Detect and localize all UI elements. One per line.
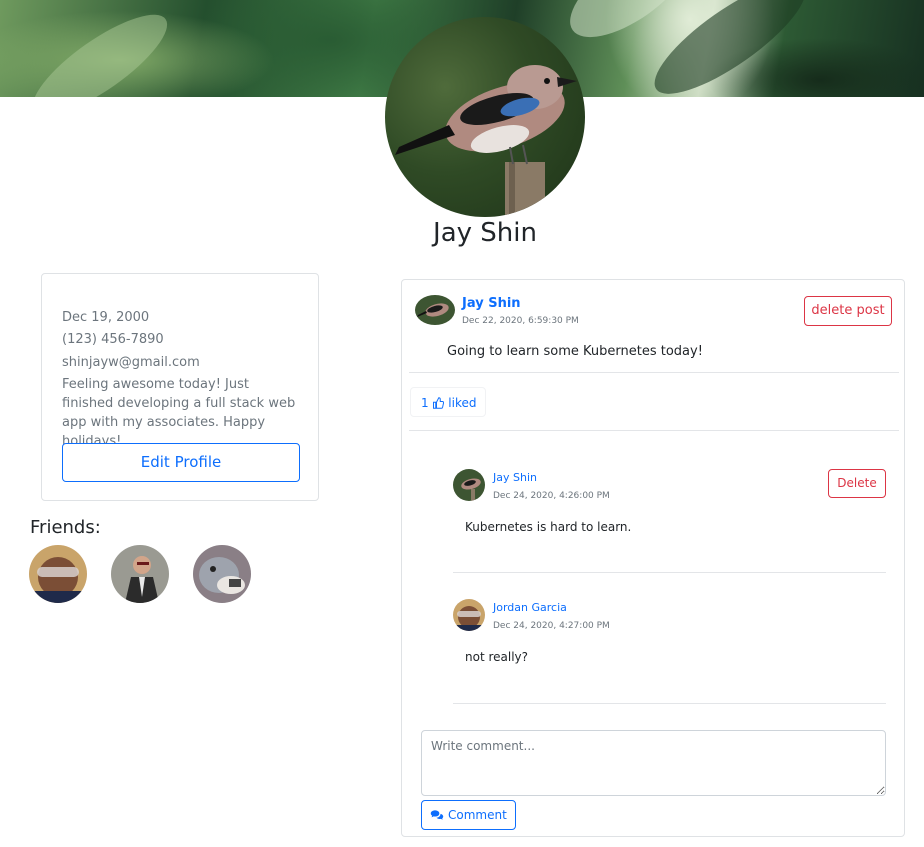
phone-text: (123) 456-7890 [62, 332, 164, 347]
birthday-text: Dec 19, 2000 [62, 310, 150, 325]
delete-comment-button[interactable]: Delete [828, 469, 886, 498]
friend-avatar[interactable] [111, 545, 169, 603]
post-author-name[interactable]: Jay Shin [462, 296, 521, 311]
likes-count: 1 [421, 396, 429, 410]
friends-title: Friends: [30, 517, 101, 538]
comment-text: not really? [465, 650, 529, 664]
divider [453, 572, 886, 573]
comment-button-label: Comment [448, 808, 507, 822]
divider [453, 703, 886, 704]
post-date: Dec 22, 2020, 6:59:30 PM [462, 316, 579, 326]
liked-label: liked [448, 396, 477, 410]
comment-author-avatar[interactable] [453, 469, 485, 501]
profile-info-card: Dec 19, 2000 (123) 456-7890 shinjayw@gma… [41, 273, 319, 501]
email-text: shinjayw@gmail.com [62, 355, 200, 370]
comment-author-name[interactable]: Jordan Garcia [493, 601, 567, 614]
comment-author-name[interactable]: Jay Shin [493, 471, 537, 484]
comment-button[interactable]: Comment [421, 800, 516, 830]
post-card: Jay Shin Dec 22, 2020, 6:59:30 PM delete… [401, 279, 905, 837]
post-author-avatar[interactable] [415, 295, 455, 325]
profile-name: Jay Shin [433, 218, 537, 248]
friend-avatar[interactable] [29, 545, 87, 603]
profile-avatar [385, 17, 585, 217]
comment-text: Kubernetes is hard to learn. [465, 520, 632, 534]
comment-author-avatar[interactable] [453, 599, 485, 631]
comment-input[interactable] [421, 730, 886, 796]
comment-date: Dec 24, 2020, 4:27:00 PM [493, 621, 610, 631]
edit-profile-button[interactable]: Edit Profile [62, 443, 300, 482]
friend-avatar[interactable] [193, 545, 251, 603]
delete-post-button[interactable]: delete post [804, 296, 892, 326]
divider [409, 372, 899, 373]
comment-date: Dec 24, 2020, 4:26:00 PM [493, 491, 610, 501]
bio-text: Feeling awesome today! Just finished dev… [62, 377, 296, 449]
post-text: Going to learn some Kubernetes today! [447, 344, 703, 359]
divider [409, 430, 899, 431]
thumbs-up-icon [432, 397, 445, 409]
like-button[interactable]: 1 liked [410, 387, 486, 417]
comments-icon [430, 809, 444, 821]
